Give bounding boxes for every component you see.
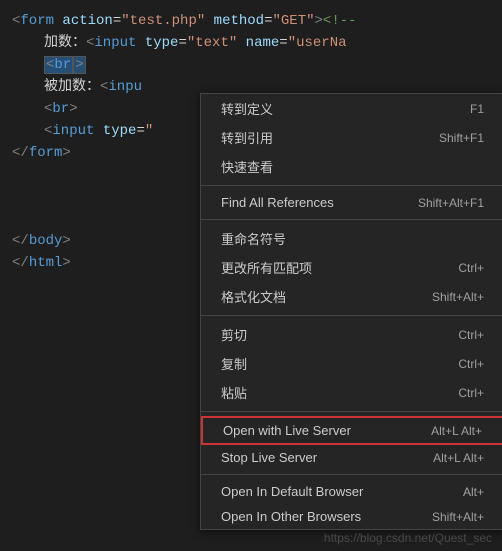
menu-open-other-browsers[interactable]: Open In Other BrowsersShift+Alt+ <box>201 504 502 529</box>
menu-rename-symbol[interactable]: 重命名符号 <box>201 224 502 253</box>
menu-change-all[interactable]: 更改所有匹配项Ctrl+ <box>201 253 502 282</box>
menu-format-document[interactable]: 格式化文档Shift+Alt+ <box>201 282 502 311</box>
menu-separator <box>201 315 502 316</box>
menu-go-to-definition[interactable]: 转到定义F1 <box>201 94 502 123</box>
menu-open-live-server[interactable]: Open with Live ServerAlt+L Alt+ <box>201 416 502 445</box>
menu-open-default-browser[interactable]: Open In Default BrowserAlt+ <box>201 479 502 504</box>
code-line: <form action="test.php" method="GET"><!-… <box>12 10 502 32</box>
watermark: https://blog.csdn.net/Quest_sec <box>324 531 492 545</box>
menu-separator <box>201 219 502 220</box>
menu-go-to-references[interactable]: 转到引用Shift+F1 <box>201 123 502 152</box>
menu-separator <box>201 411 502 412</box>
context-menu: 转到定义F1 转到引用Shift+F1 快速查看 Find All Refere… <box>200 93 502 530</box>
menu-find-all-references[interactable]: Find All ReferencesShift+Alt+F1 <box>201 190 502 215</box>
menu-stop-live-server[interactable]: Stop Live ServerAlt+L Alt+ <box>201 445 502 470</box>
menu-copy[interactable]: 复制Ctrl+ <box>201 349 502 378</box>
code-line-selected: <br> <box>12 54 502 76</box>
menu-separator <box>201 474 502 475</box>
menu-cut[interactable]: 剪切Ctrl+ <box>201 320 502 349</box>
menu-peek[interactable]: 快速查看 <box>201 152 502 181</box>
code-line: 加数：<input type="text" name="userNa <box>12 32 502 54</box>
menu-paste[interactable]: 粘贴Ctrl+ <box>201 378 502 407</box>
menu-separator <box>201 185 502 186</box>
